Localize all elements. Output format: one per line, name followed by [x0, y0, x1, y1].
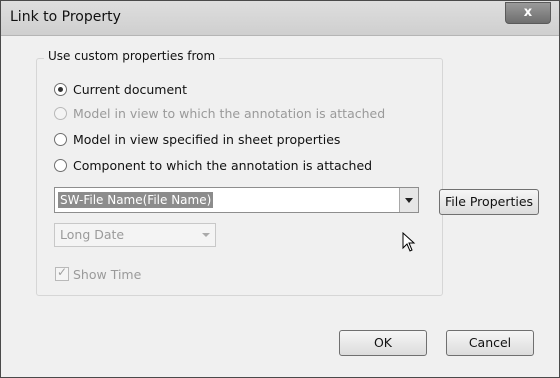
radio-indicator[interactable]: [54, 82, 67, 96]
groupbox-legend: Use custom properties from: [44, 49, 220, 63]
date-format-select[interactable]: Long Date: [54, 223, 216, 247]
mouse-pointer-icon: [402, 232, 416, 252]
checkmark-icon: ✓: [57, 265, 68, 279]
close-icon: x: [523, 5, 533, 20]
radio-label: Current document: [73, 81, 187, 97]
date-format-value: Long Date: [60, 227, 125, 242]
show-time-checkbox-row[interactable]: ✓ Show Time: [55, 265, 142, 282]
chevron-down-icon: [202, 233, 210, 237]
radio-indicator[interactable]: [54, 106, 67, 120]
radio-label: Model in view to which the annotation is…: [73, 105, 386, 121]
combo-dropdown-button[interactable]: [399, 188, 418, 212]
chevron-down-icon: [405, 198, 413, 203]
title-bar[interactable]: Link to Property x: [1, 1, 559, 36]
selected-property-value: SW-File Name(File Name): [58, 192, 214, 208]
link-to-property-dialog: Link to Property x Use custom properties…: [0, 0, 560, 378]
radio-model-in-view-sheet[interactable]: Model in view specified in sheet propert…: [54, 130, 340, 148]
radio-current-document[interactable]: Current document: [54, 80, 187, 98]
radio-indicator[interactable]: [54, 132, 67, 146]
radio-model-in-view-attached[interactable]: Model in view to which the annotation is…: [54, 104, 385, 122]
file-properties-button[interactable]: File Properties: [439, 189, 539, 215]
cancel-button[interactable]: Cancel: [446, 330, 534, 356]
show-time-checkbox[interactable]: ✓: [55, 265, 69, 281]
property-name-combobox[interactable]: SW-File Name(File Name): [54, 187, 419, 213]
ok-button[interactable]: OK: [339, 330, 427, 356]
radio-label: Model in view specified in sheet propert…: [73, 131, 341, 147]
radio-label: Component to which the annotation is att…: [73, 157, 373, 173]
window-title: Link to Property: [10, 9, 121, 25]
radio-indicator[interactable]: [54, 158, 67, 172]
radio-component-attached[interactable]: Component to which the annotation is att…: [54, 156, 372, 174]
dialog-body: Use custom properties from Current docum…: [7, 37, 553, 371]
close-button[interactable]: x: [505, 2, 551, 24]
show-time-label: Show Time: [73, 266, 142, 282]
